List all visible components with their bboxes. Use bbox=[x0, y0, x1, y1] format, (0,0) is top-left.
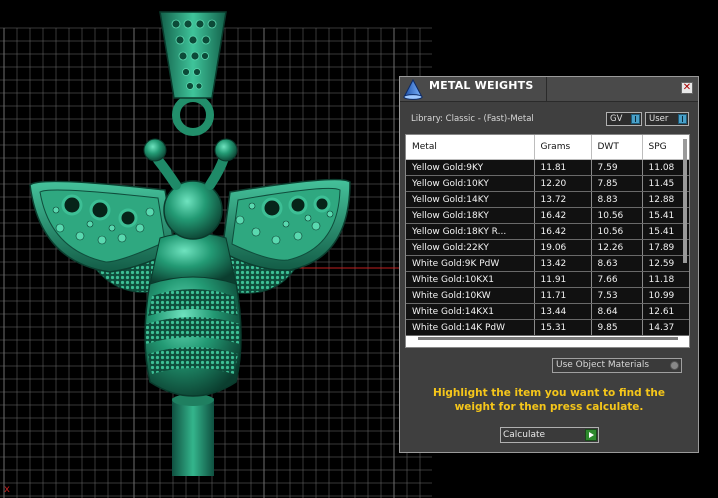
table-cell: 8.83 bbox=[591, 191, 643, 208]
table-row[interactable]: White Gold:9K PdW 13.42 8.63 12.59 bbox=[406, 255, 689, 272]
table-cell: 13.44 bbox=[534, 303, 592, 320]
table-cell: 14.37 bbox=[642, 319, 689, 336]
table-cell: 13.72 bbox=[534, 191, 592, 208]
table-row[interactable]: Yellow Gold:9KY 11.81 7.59 11.08 bbox=[406, 159, 689, 176]
metal-weights-panel: METAL WEIGHTS ✕ Library: Classic - (Fast… bbox=[399, 76, 699, 453]
table-cell: 12.26 bbox=[591, 239, 643, 256]
table-cell: 10.56 bbox=[591, 223, 643, 240]
panel-titlebar[interactable]: METAL WEIGHTS ✕ bbox=[400, 77, 698, 102]
table-cell: 10.56 bbox=[591, 207, 643, 224]
metal-weights-table[interactable]: Metal Grams DWT SPG Yellow Gold:9KY 11.81 7.5… bbox=[405, 134, 690, 348]
table-cell: White Gold:14KX1 bbox=[406, 303, 535, 320]
panel-title: METAL WEIGHTS bbox=[429, 79, 534, 92]
column-header[interactable]: Grams bbox=[534, 135, 592, 160]
table-row[interactable]: White Gold:14KX1 13.44 8.64 12.61 bbox=[406, 303, 689, 320]
table-row[interactable]: Yellow Gold:10KY 12.20 7.85 11.45 bbox=[406, 175, 689, 192]
calculate-label: Calculate bbox=[503, 430, 546, 440]
table-cell: 7.59 bbox=[591, 159, 643, 176]
table-cell: 13.42 bbox=[534, 255, 592, 272]
table-cell: 11.81 bbox=[534, 159, 592, 176]
user-toggle-button[interactable]: User bbox=[645, 112, 689, 126]
use-object-materials-option[interactable]: Use Object Materials bbox=[552, 358, 682, 373]
horizontal-scrollbar[interactable] bbox=[418, 337, 678, 340]
table-cell: Yellow Gold:18KY bbox=[406, 207, 535, 224]
table-row[interactable]: White Gold:10KW 11.71 7.53 10.99 bbox=[406, 287, 689, 304]
table-cell: 12.20 bbox=[534, 175, 592, 192]
play-arrow-icon bbox=[585, 429, 597, 441]
table-row[interactable]: Yellow Gold:18KY R... 16.42 10.56 15.41 bbox=[406, 223, 689, 240]
table-cell: White Gold:14K PdW bbox=[406, 319, 535, 336]
axis-x-label: x bbox=[4, 484, 10, 495]
table-row[interactable]: Yellow Gold:14KY 13.72 8.83 12.88 bbox=[406, 191, 689, 208]
table-row[interactable]: Yellow Gold:18KY 16.42 10.56 15.41 bbox=[406, 207, 689, 224]
column-header[interactable]: DWT bbox=[591, 135, 643, 160]
table-cell: 11.18 bbox=[642, 271, 689, 288]
table-cell: 12.61 bbox=[642, 303, 689, 320]
table-cell: White Gold:10KX1 bbox=[406, 271, 535, 288]
table-cell: 7.53 bbox=[591, 287, 643, 304]
close-button[interactable]: ✕ bbox=[681, 82, 693, 94]
use-object-materials-label: Use Object Materials bbox=[556, 360, 650, 370]
pyramid-cone-icon bbox=[403, 78, 423, 100]
vertical-scrollbar[interactable] bbox=[683, 139, 687, 263]
table-cell: 11.71 bbox=[534, 287, 592, 304]
table-cell: 19.06 bbox=[534, 239, 592, 256]
table-cell: White Gold:10KW bbox=[406, 287, 535, 304]
radio-icon bbox=[670, 361, 679, 370]
table-row[interactable]: Yellow Gold:22KY 19.06 12.26 17.89 bbox=[406, 239, 689, 256]
slider-knob-icon bbox=[678, 114, 687, 124]
table-cell: 7.66 bbox=[591, 271, 643, 288]
slider-knob-icon bbox=[631, 114, 640, 124]
table-row[interactable]: White Gold:10KX1 11.91 7.66 11.18 bbox=[406, 271, 689, 288]
close-icon: ✕ bbox=[682, 82, 692, 93]
table-cell: Yellow Gold:9KY bbox=[406, 159, 535, 176]
table-cell: 8.63 bbox=[591, 255, 643, 272]
column-header[interactable]: Metal bbox=[406, 135, 535, 160]
table-cell: 16.42 bbox=[534, 207, 592, 224]
table-cell: 11.91 bbox=[534, 271, 592, 288]
table-cell: Yellow Gold:22KY bbox=[406, 239, 535, 256]
table-cell: Yellow Gold:14KY bbox=[406, 191, 535, 208]
titlebar-divider bbox=[546, 77, 547, 101]
table-header: Metal Grams DWT SPG bbox=[406, 135, 689, 160]
instruction-text: Highlight the item you want to find the … bbox=[433, 387, 665, 413]
table-cell: 9.85 bbox=[591, 319, 643, 336]
gv-label: GV bbox=[610, 114, 623, 124]
user-label: User bbox=[649, 114, 669, 124]
table-cell: 15.31 bbox=[534, 319, 592, 336]
table-cell: 16.42 bbox=[534, 223, 592, 240]
table-cell: White Gold:9K PdW bbox=[406, 255, 535, 272]
table-cell: Yellow Gold:18KY R... bbox=[406, 223, 535, 240]
table-cell: Yellow Gold:10KY bbox=[406, 175, 535, 192]
gv-toggle-button[interactable]: GV bbox=[606, 112, 642, 126]
table-cell: 8.64 bbox=[591, 303, 643, 320]
library-label: Library: Classic - (Fast)-Metal bbox=[411, 114, 534, 124]
table-cell: 7.85 bbox=[591, 175, 643, 192]
table-cell: 10.99 bbox=[642, 287, 689, 304]
calculate-button[interactable]: Calculate bbox=[500, 427, 599, 443]
table-row[interactable]: White Gold:14K PdW 15.31 9.85 14.37 bbox=[406, 319, 689, 336]
